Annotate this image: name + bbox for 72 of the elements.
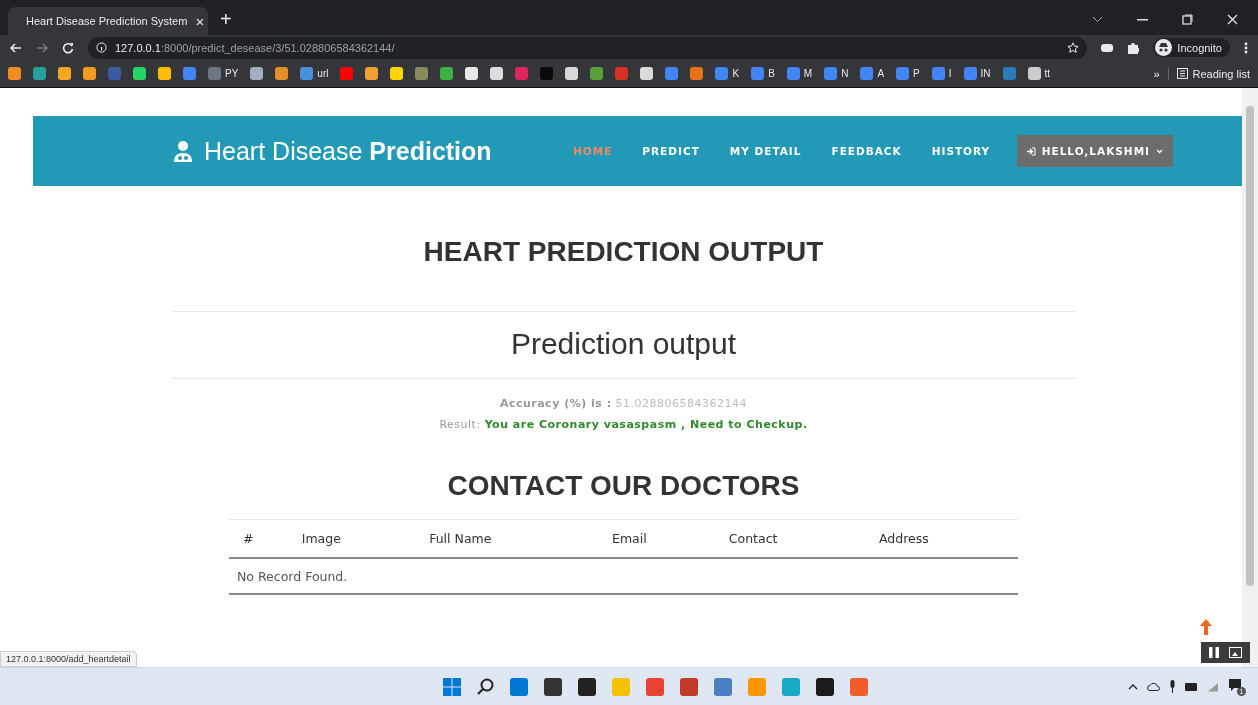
bookmark-icon[interactable] — [640, 67, 654, 80]
column-header: Email — [598, 520, 715, 558]
pause-icon[interactable] — [1209, 647, 1219, 658]
bookmark[interactable]: A — [860, 67, 885, 80]
section-title: CONTACT OUR DOCTORS — [446, 470, 801, 502]
status-url: 127.0.0.1:8000/add_heartdetail — [0, 651, 137, 667]
bookmark[interactable]: N — [824, 67, 849, 80]
column-header: # — [229, 520, 288, 558]
bookmark[interactable]: tt — [1027, 67, 1051, 80]
caret-icon — [1156, 148, 1163, 154]
arrow-up-icon — [1200, 619, 1212, 635]
accuracy-text: Accuracy (%) is : 51.028806584362144 — [498, 396, 749, 412]
bookmark[interactable]: K — [715, 67, 740, 80]
address-bar[interactable]: 127.0.0.1:8000/predict_desease/3/51.028806584362144/ — [88, 36, 1088, 59]
extension-icon[interactable] — [1101, 42, 1114, 53]
bookmark-icon[interactable] — [390, 67, 404, 80]
chevron-down-icon[interactable] — [1092, 16, 1103, 23]
url-text: 127.0.0.1:8000/predict_desease/3/51.028806584362144/ — [115, 41, 395, 54]
section-title: Prediction output — [509, 328, 738, 360]
restore-icon[interactable] — [1182, 14, 1193, 25]
more-bookmarks-button[interactable]: » — [1145, 67, 1168, 80]
microphone-icon[interactable] — [1169, 680, 1176, 693]
reload-icon[interactable] — [62, 41, 74, 54]
bookmark-icon[interactable] — [275, 67, 289, 80]
sign-in-icon — [1026, 146, 1036, 156]
bookmark[interactable]: P — [896, 67, 920, 80]
battery-icon[interactable] — [1185, 682, 1198, 691]
doctor-icon — [172, 140, 194, 162]
bookmark[interactable]: I — [931, 67, 952, 80]
taskbar-app-icon[interactable] — [816, 677, 834, 696]
search-icon[interactable] — [477, 678, 494, 695]
bookmark-icon[interactable] — [490, 67, 504, 80]
menu-icon[interactable] — [1244, 41, 1248, 54]
bookmark[interactable]: M — [786, 67, 813, 80]
reading-list-button[interactable]: Reading list — [1167, 67, 1250, 80]
bookmark[interactable]: B — [751, 67, 775, 80]
chevron-up-icon[interactable] — [1128, 683, 1138, 690]
tab-title: Heart Disease Prediction System — [26, 15, 188, 27]
windows-start-icon[interactable] — [443, 677, 461, 696]
bookmark[interactable]: url — [300, 67, 329, 80]
bookmark-icon[interactable] — [250, 67, 264, 80]
forward-arrow-icon[interactable] — [36, 42, 48, 53]
puzzle-icon[interactable] — [1127, 41, 1140, 54]
user-menu-button[interactable]: HELLO,LAKSHMI — [1016, 135, 1173, 167]
empty-message: No Record Found. — [229, 558, 1018, 594]
column-header: Full Name — [415, 520, 598, 558]
bookmark[interactable]: PY — [208, 67, 239, 80]
column-header: Contact — [714, 520, 865, 558]
browser-tab[interactable]: Heart Disease Prediction System × — [8, 7, 208, 35]
back-arrow-icon[interactable] — [10, 42, 22, 53]
bookmark-icon[interactable] — [565, 67, 579, 80]
taskbar-app-icon[interactable] — [544, 677, 562, 696]
bookmark[interactable]: IN — [963, 67, 991, 80]
screen-icon[interactable] — [1229, 647, 1242, 658]
page-title: HEART PREDICTION OUTPUT — [422, 236, 825, 268]
taskbar-app-icon[interactable] — [578, 677, 596, 696]
close-tab-button[interactable]: × — [195, 12, 205, 30]
column-header: Image — [287, 520, 416, 558]
minimize-icon[interactable] — [1137, 18, 1148, 21]
close-icon[interactable] — [1227, 14, 1238, 25]
column-header: Address — [865, 520, 1018, 558]
new-tab-button[interactable]: + — [220, 8, 232, 31]
bookmark-icon[interactable] — [440, 67, 454, 80]
scrollbar[interactable] — [1242, 88, 1258, 667]
info-icon — [96, 42, 107, 53]
bookmark-icon[interactable] — [465, 67, 479, 80]
bookmark-icon[interactable] — [365, 67, 379, 80]
incognito-icon — [1155, 39, 1173, 56]
list-icon — [1176, 68, 1188, 79]
cloud-icon[interactable] — [1147, 682, 1160, 691]
star-icon[interactable] — [1067, 41, 1080, 54]
result-text: Result: You are Coronary vasaspasm , Need to Checkup. — [438, 417, 809, 433]
